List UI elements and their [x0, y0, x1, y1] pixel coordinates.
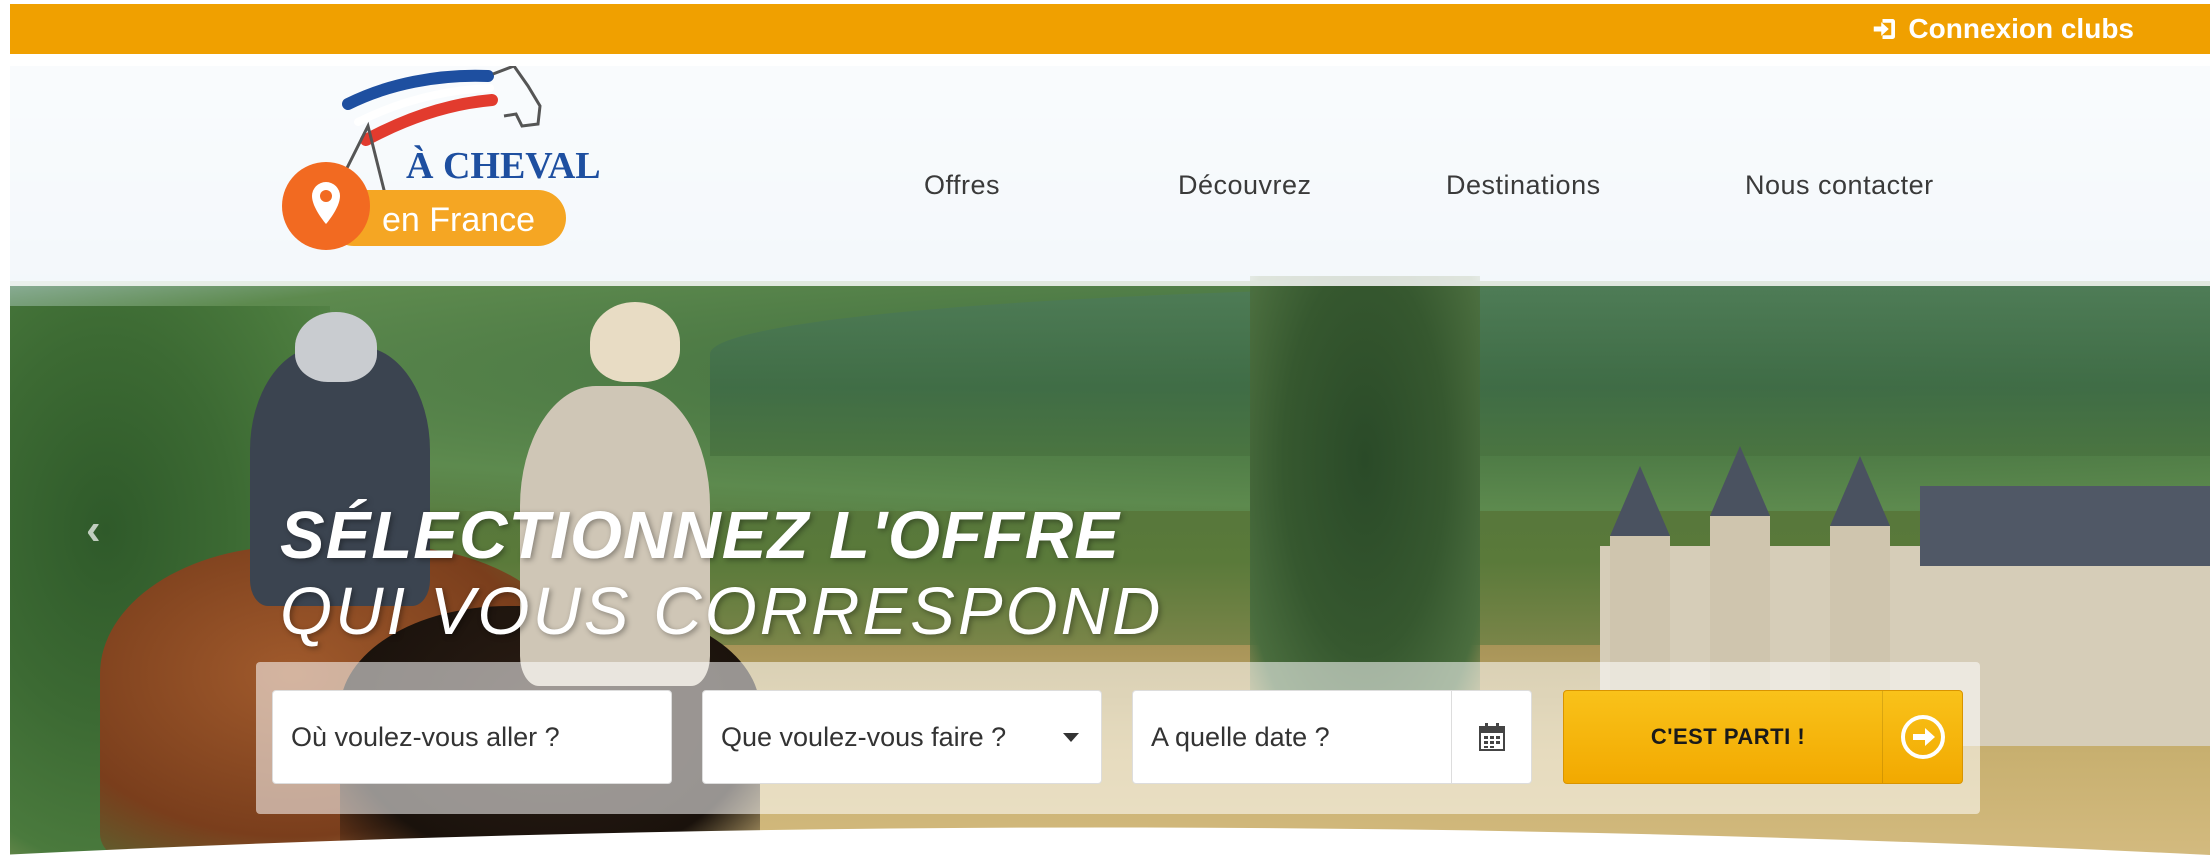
destination-field[interactable]: Où voulez-vous aller ? [272, 690, 672, 784]
arrow-circle-right-icon [1900, 715, 1945, 759]
chevron-left-icon: ‹ [86, 505, 101, 554]
hero-headline: SÉLECTIONNEZ L'OFFRE QUI VOUS CORRESPOND [280, 498, 1163, 650]
sign-in-icon [1874, 19, 1896, 39]
carousel-prev-button[interactable]: ‹ [86, 505, 101, 555]
search-panel: Où voulez-vous aller ? Que voulez-vous f… [256, 662, 1980, 814]
headline-line2: QUI VOUS CORRESPOND [280, 574, 1164, 649]
activity-select[interactable]: Que voulez-vous faire ? [702, 690, 1102, 784]
section-divider [0, 827, 2210, 865]
date-field[interactable]: A quelle date ? [1132, 690, 1532, 784]
top-bar: Connexion clubs [10, 4, 2210, 54]
activity-placeholder: Que voulez-vous faire ? [721, 721, 1007, 752]
a-cheval-en-france-logo: À CHEVAL en France [282, 64, 601, 250]
nav-item-decouvrez[interactable]: Découvrez [1178, 170, 1312, 201]
date-placeholder: A quelle date ? [1151, 721, 1330, 752]
nav-item-contact[interactable]: Nous contacter [1745, 170, 1934, 201]
headline-line1: SÉLECTIONNEZ L'OFFRE [280, 498, 1120, 573]
main-nav: Offres Découvrez Destinations Nous conta… [0, 170, 2210, 210]
destination-placeholder: Où voulez-vous aller ? [291, 721, 560, 752]
club-login-link[interactable]: Connexion clubs [1870, 13, 2134, 45]
nav-item-offres[interactable]: Offres [924, 170, 1000, 201]
calendar-icon [1478, 723, 1505, 751]
site-logo[interactable]: À CHEVAL en France [278, 64, 618, 252]
helmet-image [590, 302, 680, 382]
caret-down-icon [1063, 732, 1079, 742]
club-login-label: Connexion clubs [1908, 13, 2134, 44]
search-submit-label: C'EST PARTI ! [1650, 724, 1806, 749]
calendar-button[interactable] [1451, 691, 1531, 783]
search-submit-button[interactable]: C'EST PARTI ! [1563, 690, 1963, 784]
helmet-image [295, 312, 377, 382]
nav-item-destinations[interactable]: Destinations [1446, 170, 1601, 201]
